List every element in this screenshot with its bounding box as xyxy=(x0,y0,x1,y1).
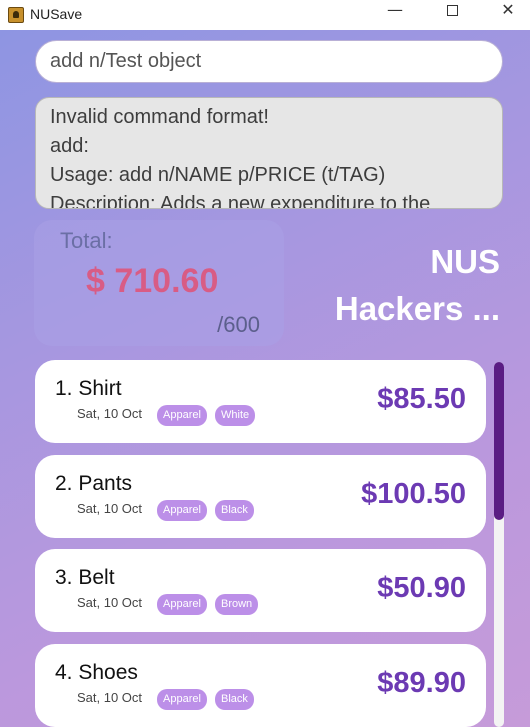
result-line: Description: Adds a new expenditure to t… xyxy=(50,193,431,209)
group-name-line: Hackers ... xyxy=(334,290,500,327)
expenditure-date: Sat, 10 Oct xyxy=(77,501,143,516)
command-input-value: add n/Test object xyxy=(50,50,202,72)
expenditure-price: $89.90 xyxy=(377,667,466,699)
expenditure-card[interactable]: 4. Shoes Sat, 10 Oct Apparel Black $89.9… xyxy=(35,644,486,727)
minimize-button[interactable]: — xyxy=(372,0,418,30)
maximize-button[interactable] xyxy=(429,0,475,30)
tag-badge: Apparel xyxy=(157,594,207,615)
expenditure-date: Sat, 10 Oct xyxy=(77,406,143,421)
expenditure-card[interactable]: 2. Pants Sat, 10 Oct Apparel Black $100.… xyxy=(35,455,486,538)
expenditure-date: Sat, 10 Oct xyxy=(77,690,143,705)
app-icon xyxy=(8,7,24,23)
window-title: NUSave xyxy=(30,6,83,22)
total-budget: /600 xyxy=(217,312,260,337)
total-label: Total: xyxy=(60,228,113,253)
total-card: Total: $ 710.60 /600 xyxy=(34,220,284,346)
title-bar: NUSave — ✕ xyxy=(0,0,530,30)
command-input[interactable]: add n/Test object xyxy=(35,40,503,83)
expenditure-price: $50.90 xyxy=(377,572,466,604)
result-line: Usage: add n/NAME p/PRICE (t/TAG) xyxy=(50,164,386,186)
close-button[interactable]: ✕ xyxy=(485,0,530,30)
tag-badge: Black xyxy=(215,689,254,710)
tag-badge: Brown xyxy=(215,594,259,615)
tag-badge: Apparel xyxy=(157,689,207,710)
main-panel: add n/Test object Invalid command format… xyxy=(0,30,530,727)
group-name-line: NUS xyxy=(430,243,500,280)
result-line: Invalid command format! xyxy=(50,106,269,128)
scrollbar-thumb[interactable] xyxy=(494,362,504,520)
tag-badge: Apparel xyxy=(157,500,207,521)
expenditure-name: 2. Pants xyxy=(55,472,133,495)
expenditure-name: 3. Belt xyxy=(55,566,115,589)
expenditure-card[interactable]: 1. Shirt Sat, 10 Oct Apparel White $85.5… xyxy=(35,360,486,443)
group-name: NUS Hackers ... xyxy=(335,238,500,332)
expenditure-price: $85.50 xyxy=(377,383,466,415)
maximize-icon xyxy=(446,5,458,16)
expenditure-date: Sat, 10 Oct xyxy=(77,595,143,610)
expenditure-name: 1. Shirt xyxy=(55,377,122,400)
list-scrollbar[interactable] xyxy=(494,362,504,727)
tag-badge: Black xyxy=(215,500,254,521)
total-amount: $ 710.60 xyxy=(86,262,219,300)
tag-badge: Apparel xyxy=(157,405,207,426)
expenditure-price: $100.50 xyxy=(361,478,466,510)
expenditure-name: 4. Shoes xyxy=(55,661,138,684)
expenditure-card[interactable]: 3. Belt Sat, 10 Oct Apparel Brown $50.90 xyxy=(35,549,486,632)
tag-badge: White xyxy=(215,405,256,426)
result-display[interactable]: Invalid command format! add: Usage: add … xyxy=(35,97,503,209)
result-line: add: xyxy=(50,135,89,157)
